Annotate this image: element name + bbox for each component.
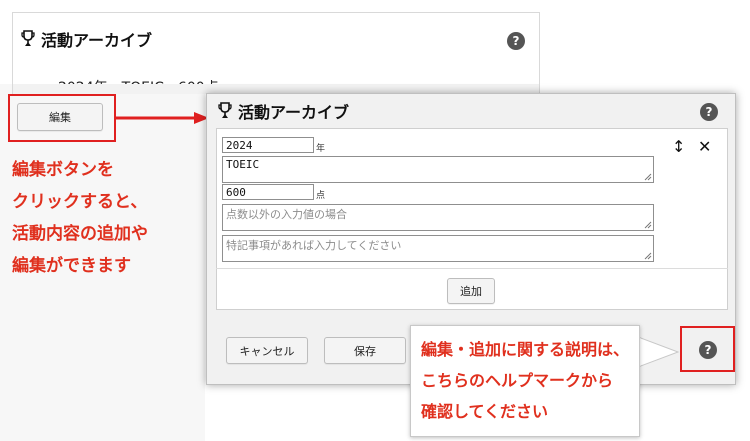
- title-textarea[interactable]: TOEIC: [222, 156, 654, 183]
- annotation-line: 編集ができます: [12, 256, 131, 276]
- notes-textarea[interactable]: 特記事項があれば入力してください: [222, 235, 654, 262]
- help-icon[interactable]: ?: [507, 32, 525, 50]
- callout-line: こちらのヘルプマークから: [421, 371, 614, 390]
- score-unit: 点: [316, 191, 326, 201]
- title-text: TOEIC: [226, 158, 260, 171]
- help-icon[interactable]: ?: [700, 103, 718, 121]
- annotation-line: 編集ボタンを: [12, 160, 114, 180]
- trophy-icon: [218, 102, 232, 118]
- callout-text: 編集・追加に関する説明は、 こちらのヘルプマークから 確認してください: [421, 334, 629, 427]
- arrow-icon: [116, 112, 209, 124]
- callout-pointer: [638, 336, 680, 368]
- resize-grip-icon[interactable]: [644, 252, 652, 260]
- divider: [216, 268, 728, 269]
- remove-icon[interactable]: ✕: [698, 137, 711, 156]
- dialog-title-text: 活動アーカイブ: [238, 103, 350, 122]
- save-button[interactable]: 保存: [324, 337, 406, 364]
- archive-panel: 活動アーカイブ ? • 2024年 TOEIC 600点: [12, 12, 540, 96]
- add-button[interactable]: 追加: [447, 278, 495, 304]
- resize-grip-icon[interactable]: [644, 221, 652, 229]
- panel-title-text: 活動アーカイブ: [41, 31, 153, 50]
- annotation-line: クリックすると、: [12, 192, 148, 212]
- panel-title: 活動アーカイブ: [21, 27, 152, 51]
- trophy-icon: [21, 30, 35, 46]
- score-input[interactable]: 600: [222, 184, 314, 200]
- year-input[interactable]: 2024: [222, 137, 314, 153]
- resize-grip-icon[interactable]: [644, 173, 652, 181]
- annotation-line: 活動内容の追加や: [12, 224, 148, 244]
- callout-line: 確認してください: [421, 402, 549, 421]
- help-icon[interactable]: ?: [699, 341, 717, 359]
- cancel-button[interactable]: キャンセル: [226, 337, 308, 364]
- year-unit: 年: [316, 144, 326, 154]
- callout-line: 編集・追加に関する説明は、: [421, 340, 630, 359]
- notes-placeholder: 特記事項があれば入力してください: [226, 239, 402, 252]
- help-callout: 編集・追加に関する説明は、 こちらのヘルプマークから 確認してください: [410, 325, 640, 437]
- left-annotation: 編集ボタンを クリックすると、 活動内容の追加や 編集ができます: [12, 154, 148, 282]
- other-value-placeholder: 点数以外の入力値の場合: [226, 208, 347, 221]
- other-value-textarea[interactable]: 点数以外の入力値の場合: [222, 204, 654, 231]
- edit-button[interactable]: 編集: [17, 103, 103, 131]
- move-icon[interactable]: ↕: [672, 137, 685, 156]
- dialog-title: 活動アーカイブ: [218, 99, 349, 123]
